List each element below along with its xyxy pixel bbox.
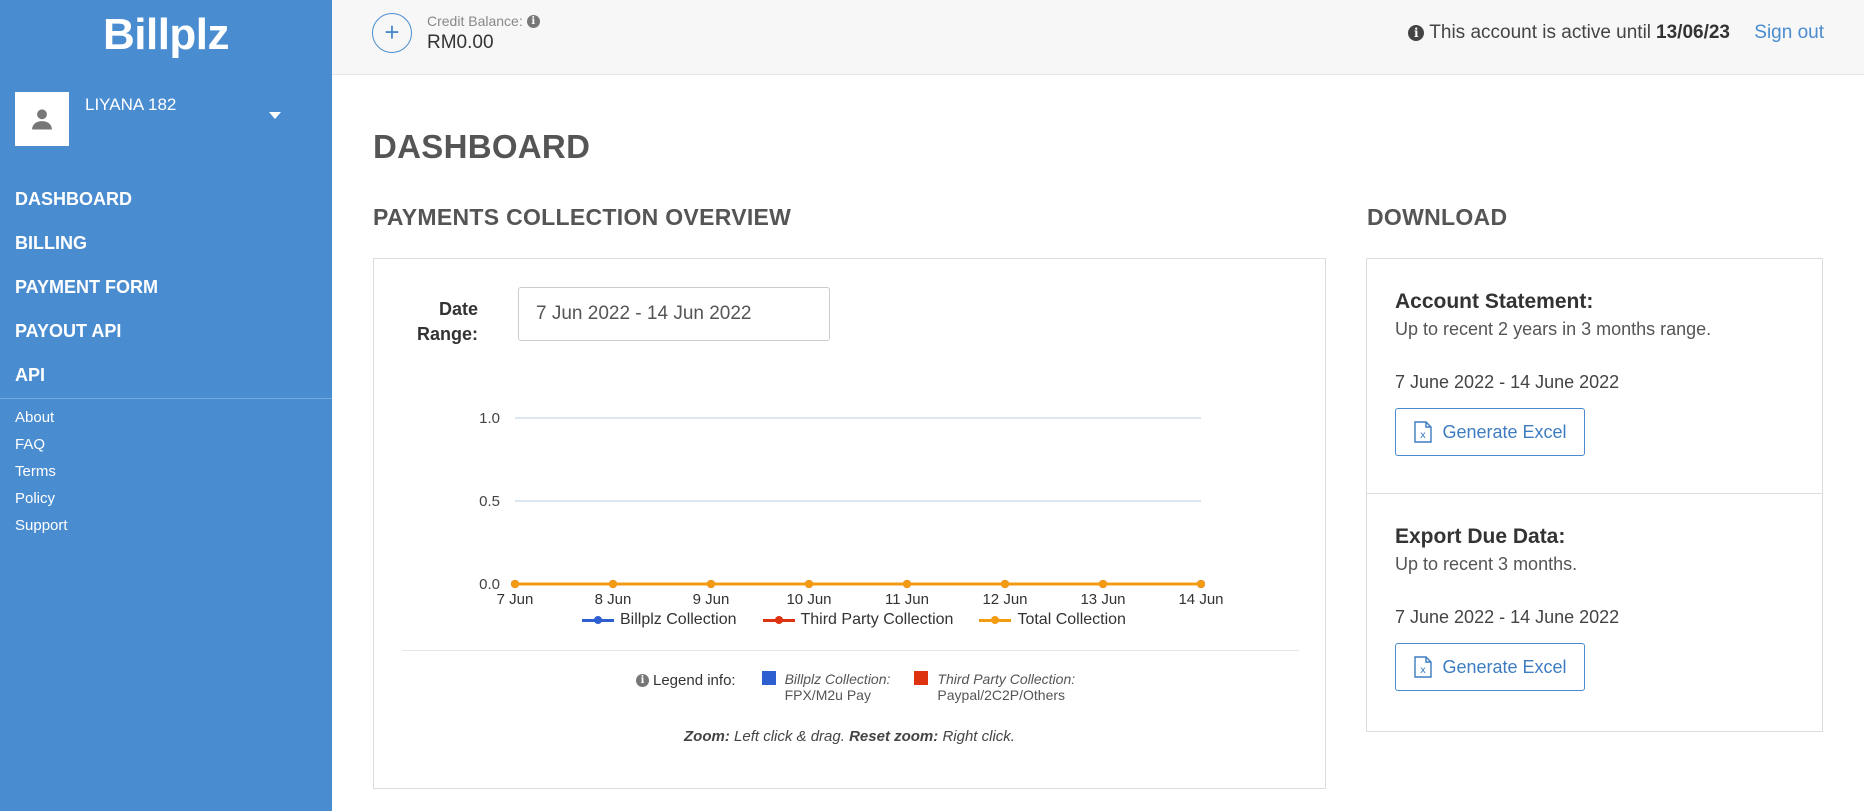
info-icon[interactable]: i	[526, 14, 540, 28]
link-terms[interactable]: Terms	[0, 461, 332, 488]
info-icon: i	[636, 674, 649, 687]
link-about[interactable]: About	[0, 407, 332, 434]
legend-info-billplz: Billplz Collection: FPX/M2u Pay	[761, 671, 891, 703]
x-tick-label: 10 Jun	[786, 591, 831, 608]
zoom-hint: Zoom: Left click & drag. Reset zoom: Rig…	[374, 728, 1325, 745]
x-tick-label: 8 Jun	[595, 591, 632, 608]
link-support[interactable]: Support	[0, 515, 332, 542]
sign-out-link[interactable]: Sign out	[1754, 22, 1824, 44]
data-point	[609, 580, 617, 588]
x-tick-label: 7 Jun	[497, 591, 534, 608]
export-due-data-subtitle: Up to recent 3 months.	[1395, 554, 1578, 574]
nav-divider	[0, 398, 332, 399]
payments-overview-panel: Date Range: 7 Jun 2022 - 14 Jun 2022 1.0…	[373, 258, 1326, 789]
y-tick-label: 0.5	[479, 493, 500, 510]
zoom-hint-bold: Zoom:	[684, 728, 730, 745]
export-due-data-range: 7 June 2022 - 14 June 2022	[1395, 607, 1620, 627]
data-point	[903, 580, 911, 588]
legend-info-third-party: Third Party Collection: Paypal/2C2P/Other…	[914, 671, 1075, 703]
user-menu[interactable]: LIYANA 182	[15, 92, 317, 148]
nav-item-api[interactable]: API	[0, 358, 332, 402]
nav-item-dashboard[interactable]: DASHBOARD	[0, 182, 332, 226]
legend-item[interactable]: Total Collection	[979, 611, 1126, 629]
generate-excel-statement-button[interactable]: x Generate Excel	[1395, 408, 1585, 456]
legend-swatch	[762, 615, 795, 624]
legend-info-third-party-detail: Paypal/2C2P/Others	[937, 687, 1066, 703]
legend-info-billplz-name: Billplz Collection:	[784, 671, 891, 687]
user-avatar-icon	[15, 92, 69, 146]
account-statement-subtitle: Up to recent 2 years in 3 months range.	[1395, 319, 1712, 339]
excel-file-icon: x	[1414, 421, 1433, 443]
top-bar: + Credit Balance: i RM0.00 i This accoun…	[332, 0, 1864, 75]
credit-balance-text: Credit Balance:	[427, 13, 523, 29]
data-point	[1001, 580, 1009, 588]
footer-links: About FAQ Terms Policy Support	[0, 407, 332, 542]
nav-item-billing[interactable]: BILLING	[0, 226, 332, 270]
chart-legend: Billplz Collection Third Party Collection…	[582, 611, 1126, 629]
overview-title: PAYMENTS COLLECTION OVERVIEW	[373, 204, 792, 230]
info-icon: i	[1408, 25, 1425, 41]
credit-balance-label: Credit Balance: i	[427, 13, 540, 29]
download-panel: Account Statement: Up to recent 2 years …	[1366, 258, 1823, 732]
x-tick-label: 12 Jun	[982, 591, 1027, 608]
collection-line-chart[interactable]: 1.00.50.07 Jun 8 Jun 9 Jun 10 Jun 11 Jun 12 J…	[374, 259, 1325, 609]
billplz-swatch	[761, 671, 776, 685]
legend-swatch	[979, 615, 1012, 624]
legend-item[interactable]: Third Party Collection	[762, 611, 954, 629]
zoom-hint-text: Left click & drag.	[734, 728, 845, 745]
link-faq[interactable]: FAQ	[0, 434, 332, 461]
caret-down-icon[interactable]	[269, 112, 281, 119]
legend-info-third-party-name: Third Party Collection:	[937, 671, 1076, 687]
chart-divider	[402, 650, 1299, 651]
account-statement-block: Account Statement: Up to recent 2 years …	[1367, 259, 1822, 493]
data-point	[1099, 580, 1107, 588]
account-expiry-date: 13/06/23	[1656, 22, 1730, 43]
user-name: LIYANA 182	[85, 95, 177, 114]
x-tick-label: 11 Jun	[885, 591, 929, 608]
account-status-text: This account is active until	[1429, 22, 1652, 43]
legend-label: Total Collection	[1017, 611, 1126, 628]
reset-zoom-bold: Reset zoom:	[849, 728, 939, 745]
generate-excel-label: Generate Excel	[1442, 656, 1567, 677]
generate-excel-due-data-button[interactable]: x Generate Excel	[1395, 643, 1585, 691]
legend-label: Billplz Collection	[620, 611, 737, 628]
data-point	[1197, 580, 1205, 588]
x-tick-label: 9 Jun	[693, 591, 730, 608]
sidebar: Billplz LIYANA 182 DASHBOARD BILLING PAY…	[0, 0, 332, 811]
link-policy[interactable]: Policy	[0, 488, 332, 515]
data-point	[707, 580, 715, 588]
main-nav: DASHBOARD BILLING PAYMENT FORM PAYOUT AP…	[0, 182, 332, 402]
excel-file-icon: x	[1414, 656, 1433, 678]
svg-text:x: x	[1420, 665, 1426, 676]
reset-zoom-text: Right click.	[942, 728, 1015, 745]
export-due-data-block: Export Due Data: Up to recent 3 months. …	[1367, 494, 1822, 731]
svg-text:x: x	[1420, 430, 1426, 441]
download-title: DOWNLOAD	[1367, 204, 1508, 230]
add-credit-button[interactable]: +	[372, 13, 412, 53]
nav-item-payment-form[interactable]: PAYMENT FORM	[0, 270, 332, 314]
export-due-data-title: Export Due Data:	[1395, 525, 1566, 548]
data-point	[511, 580, 519, 588]
legend-label: Third Party Collection	[800, 611, 954, 628]
account-statement-title: Account Statement:	[1395, 290, 1594, 313]
brand-logo[interactable]: Billplz	[0, 10, 332, 60]
legend-info-billplz-detail: FPX/M2u Pay	[784, 687, 871, 703]
x-tick-label: 13 Jun	[1080, 591, 1125, 608]
legend-swatch	[582, 615, 614, 624]
data-point	[805, 580, 813, 588]
legend-info: i Legend info: Billplz Collection: FPX/M2…	[636, 671, 1099, 703]
account-statement-range: 7 June 2022 - 14 June 2022	[1395, 372, 1620, 392]
third-party-swatch	[914, 671, 929, 685]
account-status: i This account is active until 13/06/23	[1408, 22, 1730, 44]
credit-balance-value: RM0.00	[427, 32, 494, 53]
nav-item-payout-api[interactable]: PAYOUT API	[0, 314, 332, 358]
x-tick-label: 14 Jun	[1178, 591, 1223, 608]
legend-info-label: Legend info:	[653, 672, 736, 689]
legend-item[interactable]: Billplz Collection	[582, 611, 737, 629]
generate-excel-label: Generate Excel	[1442, 421, 1567, 442]
y-tick-label: 1.0	[479, 410, 500, 427]
page-title: DASHBOARD	[373, 128, 591, 165]
